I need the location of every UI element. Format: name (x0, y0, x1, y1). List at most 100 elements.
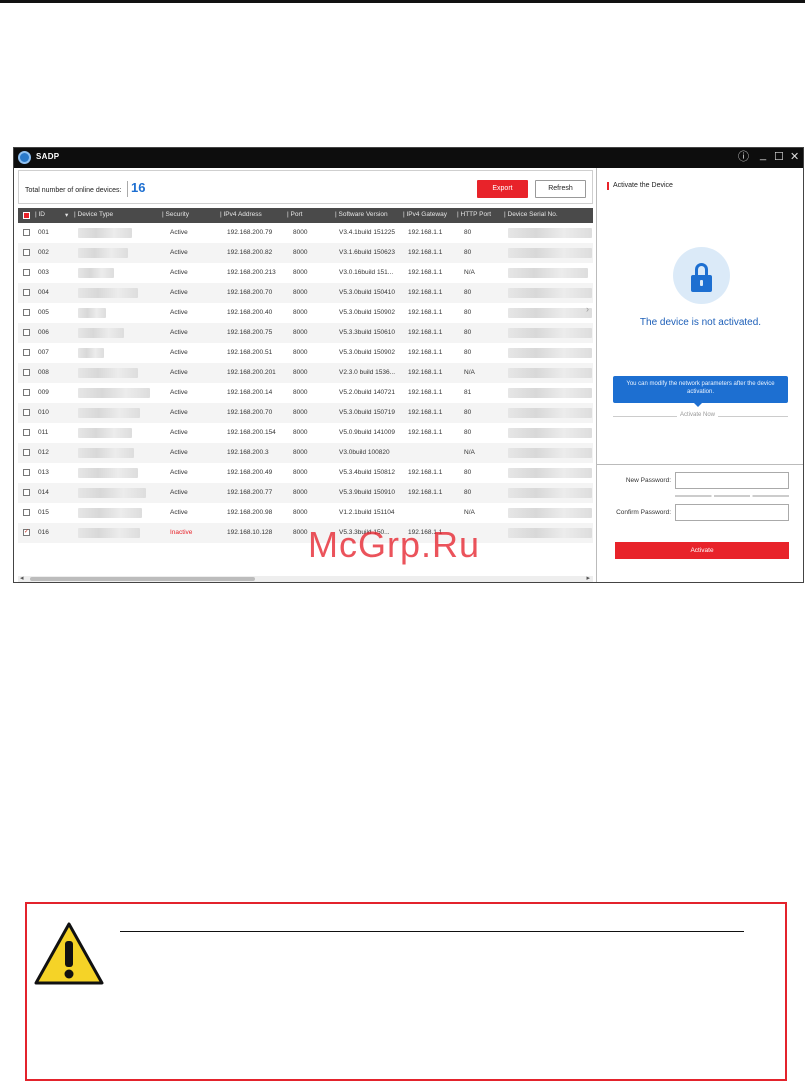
row-checkbox[interactable] (23, 449, 30, 456)
cell-ipv4-address: 192.168.200.49 (227, 469, 273, 476)
cell-ipv4-gateway: 192.168.1.1 (408, 369, 443, 376)
row-checkbox[interactable] (23, 489, 30, 496)
row-checkbox[interactable] (23, 389, 30, 396)
export-button[interactable]: Export (477, 180, 528, 198)
column-header-port[interactable]: | Port (287, 211, 302, 218)
cell-port: 8000 (293, 269, 308, 276)
column-header-id[interactable]: | ID (35, 211, 45, 218)
cell-device-type-redacted (78, 368, 138, 378)
cell-serial-redacted (508, 528, 592, 538)
cell-id: 008 (38, 369, 49, 376)
cell-serial-redacted (508, 428, 592, 438)
cell-ipv4-address: 192.168.200.40 (227, 309, 273, 316)
table-row[interactable]: 002 Active 192.168.200.82 8000 V3.1.6build 1… (18, 243, 593, 263)
title-bar[interactable]: SADP ⓘ _ ☐ ✕ (14, 148, 803, 168)
cell-security: Active (170, 289, 188, 296)
row-checkbox[interactable] (23, 329, 30, 336)
app-logo-icon (18, 151, 31, 164)
cell-id: 006 (38, 329, 49, 336)
row-checkbox[interactable] (23, 369, 30, 376)
row-checkbox[interactable] (23, 309, 30, 316)
cell-http-port: N/A (464, 509, 475, 516)
chevron-right-icon[interactable]: › (586, 304, 589, 314)
table-row[interactable]: 014 Active 192.168.200.77 8000 V5.3.9build 1… (18, 483, 593, 503)
cell-software-version: V3.4.1build 151225 (339, 229, 396, 236)
activate-now-link[interactable]: Activate Now (677, 412, 719, 418)
table-row[interactable]: 013 Active 192.168.200.49 8000 V5.3.4build 1… (18, 463, 593, 483)
cell-device-type-redacted (78, 348, 104, 358)
row-checkbox[interactable] (23, 289, 30, 296)
table-row[interactable]: 006 Active 192.168.200.75 8000 V5.3.3build 1… (18, 323, 593, 343)
select-all-checkbox[interactable] (23, 212, 30, 219)
cell-id: 007 (38, 349, 49, 356)
table-row[interactable]: 005 Active 192.168.200.40 8000 V5.3.0build 1… (18, 303, 593, 323)
cell-http-port: 80 (464, 309, 472, 316)
table-row[interactable]: 008 Active 192.168.200.201 8000 V2.3.0 build… (18, 363, 593, 383)
table-row[interactable]: 007 Active 192.168.200.51 8000 V5.3.0build 1… (18, 343, 593, 363)
cell-security: Active (170, 469, 188, 476)
new-password-input[interactable] (675, 472, 789, 489)
horizontal-scrollbar[interactable]: ◂ ▸ (18, 574, 593, 582)
activate-device-pane: Activate the Device The device is not ac… (596, 168, 803, 582)
row-checkbox[interactable] (23, 249, 30, 256)
table-row[interactable]: 011 Active 192.168.200.154 8000 V5.0.9build … (18, 423, 593, 443)
cell-device-type-redacted (78, 428, 132, 438)
password-section: New Password: Confirm Password: Activate (597, 464, 803, 582)
table-row[interactable]: 001 Active 192.168.200.79 8000 V3.4.1build 1… (18, 223, 593, 243)
new-password-label: New Password: (625, 477, 671, 484)
cell-id: 013 (38, 469, 49, 476)
column-header-software-version[interactable]: | Software Version (335, 211, 388, 218)
column-header-ipv4-gateway[interactable]: | IPv4 Gateway (403, 211, 447, 218)
row-checkbox[interactable] (23, 429, 30, 436)
info-icon[interactable]: ⓘ (738, 150, 749, 164)
column-header-device-type[interactable]: | Device Type (74, 211, 113, 218)
scrollbar-thumb[interactable] (30, 577, 255, 581)
sort-arrow-icon[interactable]: ▾ (65, 211, 68, 219)
row-checkbox[interactable] (23, 229, 30, 236)
refresh-button[interactable]: Refresh (535, 180, 586, 198)
minimize-icon[interactable]: _ (760, 148, 766, 162)
close-icon[interactable]: ✕ (790, 150, 799, 164)
cell-serial-redacted (508, 488, 592, 498)
maximize-icon[interactable]: ☐ (774, 150, 784, 164)
confirm-password-input[interactable] (675, 504, 789, 521)
row-checkbox[interactable] (23, 469, 30, 476)
cell-ipv4-gateway: 192.168.1.1 (408, 429, 443, 436)
cell-software-version: V5.3.0build 150902 (339, 349, 396, 356)
cell-software-version: V5.2.0build 140721 (339, 389, 396, 396)
table-row[interactable]: 003 Active 192.168.200.213 8000 V3.0.16build… (18, 263, 593, 283)
cell-ipv4-address: 192.168.200.77 (227, 489, 273, 496)
cell-serial-redacted (508, 368, 592, 378)
cell-serial-redacted (508, 388, 592, 398)
row-checkbox[interactable] (23, 269, 30, 276)
activate-button[interactable]: Activate (615, 542, 789, 559)
warning-triangle-icon (34, 922, 104, 985)
table-row[interactable]: 009 Active 192.168.200.14 8000 V5.2.0build 1… (18, 383, 593, 403)
cell-http-port: 80 (464, 469, 472, 476)
cell-http-port: N/A (464, 449, 475, 456)
row-checkbox[interactable] (23, 409, 30, 416)
table-row[interactable]: 012 Active 192.168.200.3 8000 V3.0build 1008… (18, 443, 593, 463)
table-row[interactable]: ✓ 016 Inactive 192.168.10.128 8000 V5.3.3buil… (18, 523, 593, 543)
column-header-security[interactable]: | Security (162, 211, 189, 218)
cell-ipv4-address: 192.168.200.14 (227, 389, 273, 396)
cell-ipv4-address: 192.168.200.201 (227, 369, 276, 376)
app-title: SADP (36, 152, 60, 161)
cell-ipv4-address: 192.168.200.82 (227, 249, 273, 256)
cell-ipv4-address: 192.168.200.70 (227, 289, 273, 296)
column-header-http-port[interactable]: | HTTP Port (457, 211, 491, 218)
table-row[interactable]: 010 Active 192.168.200.70 8000 V5.3.0build 1… (18, 403, 593, 423)
row-checkbox[interactable] (23, 349, 30, 356)
cell-device-type-redacted (78, 468, 138, 478)
column-header-serial-no[interactable]: | Device Serial No. (504, 211, 558, 218)
password-strength-bar (675, 495, 789, 497)
table-row[interactable]: 015 Active 192.168.200.98 8000 V1.2.1build 1… (18, 503, 593, 523)
scroll-right-icon[interactable]: ▸ (586, 574, 590, 582)
row-checkbox[interactable] (23, 509, 30, 516)
table-row[interactable]: 004 Active 192.168.200.70 8000 V5.3.0build 1… (18, 283, 593, 303)
column-header-ipv4-address[interactable]: | IPv4 Address (220, 211, 262, 218)
online-devices-count: 16 (131, 180, 146, 195)
cell-software-version: V5.0.9build 141009 (339, 429, 396, 436)
row-checkbox[interactable]: ✓ (23, 529, 30, 536)
scroll-left-icon[interactable]: ◂ (20, 574, 24, 582)
